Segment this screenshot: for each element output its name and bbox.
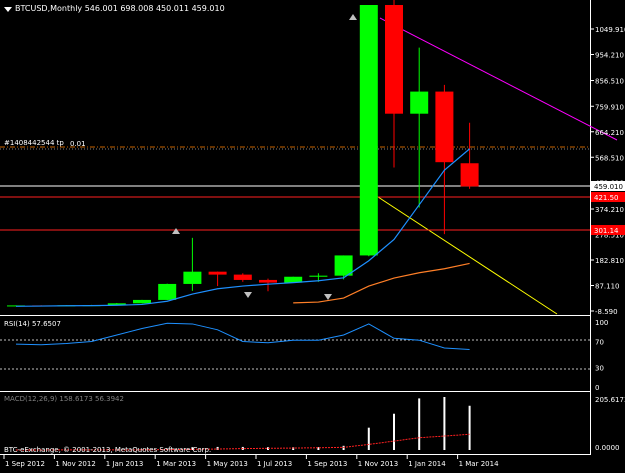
candle bbox=[334, 255, 353, 280]
time-tick-label: 1 May 2013 bbox=[207, 460, 248, 468]
rsi-tick-label: 30 bbox=[595, 365, 604, 373]
candle bbox=[460, 122, 479, 189]
candle-body-bull bbox=[183, 271, 202, 284]
candle bbox=[133, 299, 151, 304]
candle bbox=[208, 271, 227, 287]
price-tick-label: 664.210 bbox=[595, 129, 624, 137]
symbol-info-line: BTCUSD,Monthly 546.001 698.008 450.011 4… bbox=[15, 4, 225, 13]
price-axis: 1049.910 954.210 856.510 759.910 664.210 568.… bbox=[590, 26, 625, 316]
price-tick-label: 856.510 bbox=[595, 78, 624, 86]
time-tick-label: 1 Jan 2013 bbox=[106, 460, 144, 468]
price-tick-label: 568.510 bbox=[595, 154, 624, 162]
rsi-tick-label: 70 bbox=[595, 339, 604, 347]
price-tick-label: 954.210 bbox=[595, 51, 624, 59]
candle-body-bear bbox=[233, 274, 252, 280]
candle-body-bull bbox=[410, 91, 429, 114]
macd-pane[interactable]: MACD(12,26,9) 158.6173 56.3942 205.6173 0… bbox=[4, 395, 625, 454]
macd-axis: 205.6173 0.0000 bbox=[595, 396, 625, 452]
candle-body-bear bbox=[460, 163, 479, 187]
rsi-tick-label: 0 bbox=[595, 384, 599, 392]
fractal-up-icon bbox=[349, 14, 357, 20]
macd-label: MACD(12,26,9) 158.6173 56.3942 bbox=[4, 395, 124, 403]
price-tick-label: 759.910 bbox=[595, 103, 624, 111]
candle bbox=[435, 84, 454, 235]
trendline-yellow[interactable] bbox=[374, 194, 558, 315]
candle bbox=[183, 237, 202, 291]
candle-body-bull bbox=[334, 255, 353, 276]
time-tick-label: 1 Mar 2014 bbox=[459, 460, 499, 468]
fractal-up-icon bbox=[172, 228, 180, 234]
price-tick-label: 374.210 bbox=[595, 206, 624, 214]
current-price-value: 459.010 bbox=[594, 183, 623, 191]
candle bbox=[158, 283, 177, 301]
red-level-value: 301.14 bbox=[594, 227, 619, 235]
rsi-pane[interactable]: RSI(14) 57.6507 100 70 30 0 bbox=[0, 319, 608, 392]
rsi-line bbox=[15, 322, 470, 351]
candle bbox=[233, 273, 252, 282]
trendline-magenta[interactable] bbox=[379, 17, 618, 141]
candle-body-bear bbox=[435, 91, 454, 163]
rsi-label: RSI(14) 57.6507 bbox=[4, 320, 61, 328]
price-tick-label: 1049.910 bbox=[595, 26, 625, 34]
chart-frame bbox=[0, 0, 591, 455]
candle bbox=[410, 47, 429, 208]
time-tick-label: 1 Nov 2013 bbox=[358, 460, 398, 468]
copyright-text: BTC-eExchange, © 2001-2013, MetaQuotes S… bbox=[4, 446, 211, 454]
price-tick-label: 87.110 bbox=[595, 283, 620, 291]
time-tick-label: 1 Jul 2013 bbox=[257, 460, 292, 468]
time-tick-label: 1 Jan 2014 bbox=[408, 460, 446, 468]
moving-average-blue bbox=[15, 148, 470, 307]
time-tick-label: 1 Sep 2012 bbox=[5, 460, 45, 468]
candle-body-bull bbox=[359, 4, 378, 256]
drawing-objects bbox=[0, 17, 618, 315]
macd-histogram bbox=[15, 397, 471, 450]
fractal-markers bbox=[172, 14, 357, 300]
red-level-value: 421.50 bbox=[594, 194, 619, 202]
moving-averages-layer bbox=[15, 148, 470, 307]
price-tick-label: -8.590 bbox=[595, 308, 618, 316]
price-tick-label: 182.810 bbox=[595, 257, 624, 265]
candle-body-bear bbox=[385, 4, 403, 114]
order-line-label[interactable]: #1408442544 tp bbox=[4, 139, 64, 147]
triangle-down-icon[interactable] bbox=[4, 7, 12, 12]
macd-tick-label: 0.0000 bbox=[595, 444, 620, 452]
candle bbox=[385, 0, 403, 168]
candle-body-bull bbox=[309, 275, 328, 277]
candle-body-bull bbox=[133, 299, 151, 304]
time-tick-label: 1 Sep 2013 bbox=[307, 460, 347, 468]
fractal-down-icon bbox=[244, 292, 252, 298]
moving-average-orange bbox=[293, 262, 470, 304]
macd-tick-label: 205.6173 bbox=[595, 396, 625, 404]
chart-canvas[interactable]: BTCUSD,Monthly 546.001 698.008 450.011 4… bbox=[0, 0, 625, 469]
fractal-down-icon bbox=[324, 294, 332, 300]
candle-body-bear bbox=[259, 279, 277, 283]
rsi-axis: 100 70 30 0 bbox=[595, 319, 608, 392]
time-tick-label: 1 Nov 2012 bbox=[55, 460, 95, 468]
candle-body-bull bbox=[158, 283, 177, 300]
time-axis: 1 Sep 2012 1 Nov 2012 1 Jan 2013 1 Mar 2013… bbox=[3, 455, 499, 468]
time-tick-label: 1 Mar 2013 bbox=[156, 460, 196, 468]
chart-header: BTCUSD,Monthly 546.001 698.008 450.011 4… bbox=[4, 4, 225, 13]
metatrader-chart-window[interactable]: BTCUSD,Monthly 546.001 698.008 450.011 4… bbox=[0, 0, 625, 469]
rsi-tick-label: 100 bbox=[595, 319, 608, 327]
candle bbox=[359, 4, 378, 257]
candles-layer bbox=[7, 0, 479, 307]
candle-body-bear bbox=[208, 271, 227, 275]
